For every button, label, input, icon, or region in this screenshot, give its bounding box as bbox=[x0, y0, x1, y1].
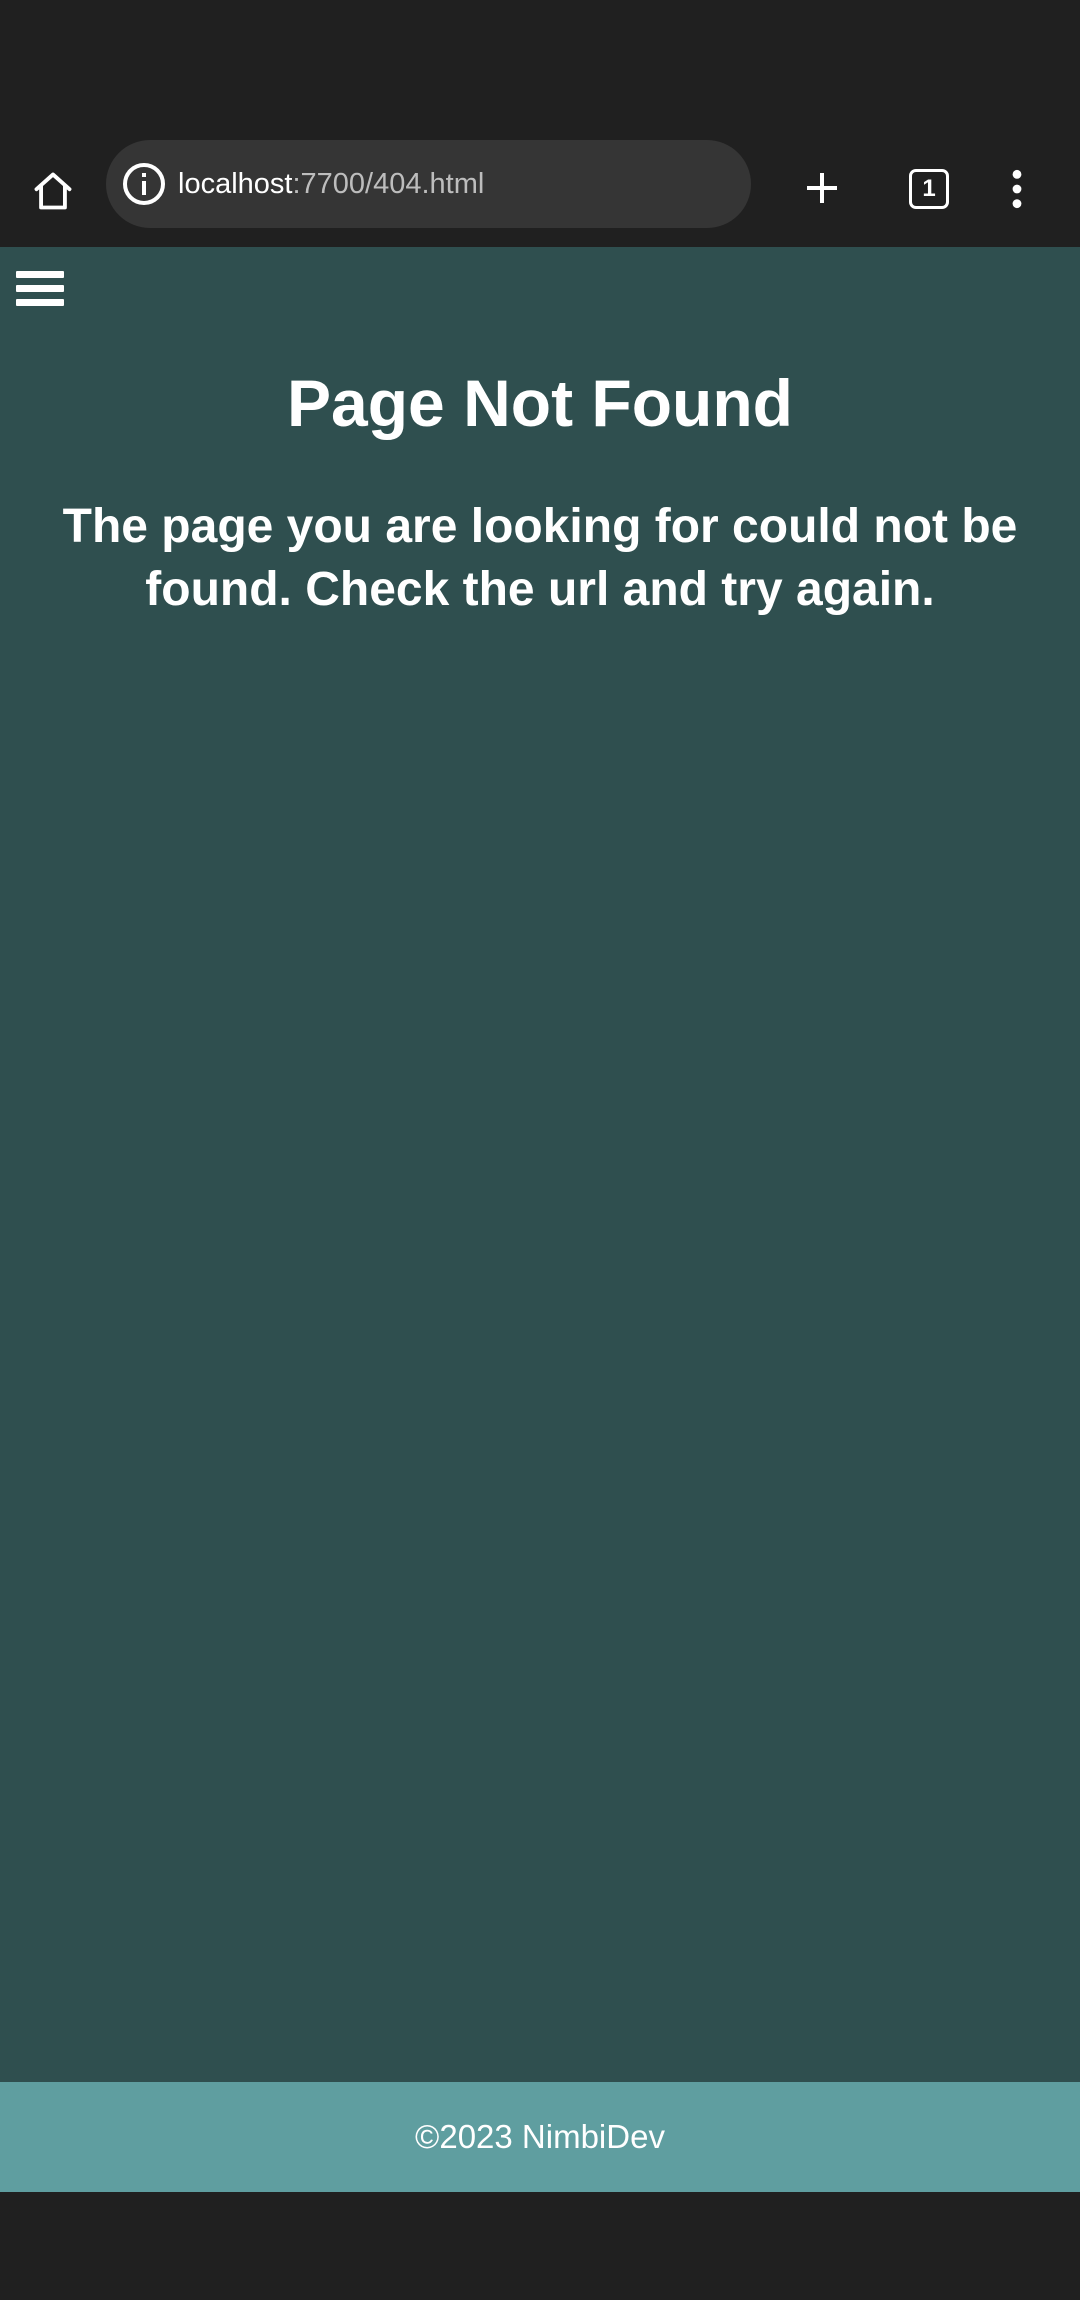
hamburger-icon[interactable] bbox=[16, 271, 66, 313]
new-tab-button[interactable] bbox=[792, 158, 852, 218]
system-nav-bar bbox=[0, 2192, 1080, 2300]
browser-toolbar: localhost:7700/404.html 1 bbox=[0, 140, 1080, 247]
footer: ©2023 NimbiDev bbox=[0, 2082, 1080, 2192]
url-host: localhost bbox=[178, 168, 293, 200]
page-title: Page Not Found bbox=[287, 366, 793, 440]
kebab-menu-icon bbox=[1012, 169, 1022, 209]
home-icon bbox=[34, 172, 72, 210]
browser-menu-button[interactable] bbox=[990, 158, 1044, 220]
home-button[interactable] bbox=[22, 160, 84, 222]
address-bar[interactable]: localhost:7700/404.html bbox=[106, 140, 751, 228]
tab-count: 1 bbox=[909, 169, 949, 209]
status-bar bbox=[0, 0, 1080, 140]
footer-copyright: ©2023 NimbiDev bbox=[415, 2118, 665, 2155]
url-path: :7700/404.html bbox=[292, 168, 485, 200]
url-text[interactable]: localhost:7700/404.html bbox=[178, 140, 484, 228]
error-message: The page you are looking for could not b… bbox=[62, 500, 1018, 616]
plus-icon bbox=[807, 173, 837, 203]
info-icon[interactable] bbox=[120, 160, 168, 208]
page-content: Page Not Found The page you are looking … bbox=[0, 247, 1080, 2082]
tab-switcher-button[interactable]: 1 bbox=[898, 158, 960, 220]
